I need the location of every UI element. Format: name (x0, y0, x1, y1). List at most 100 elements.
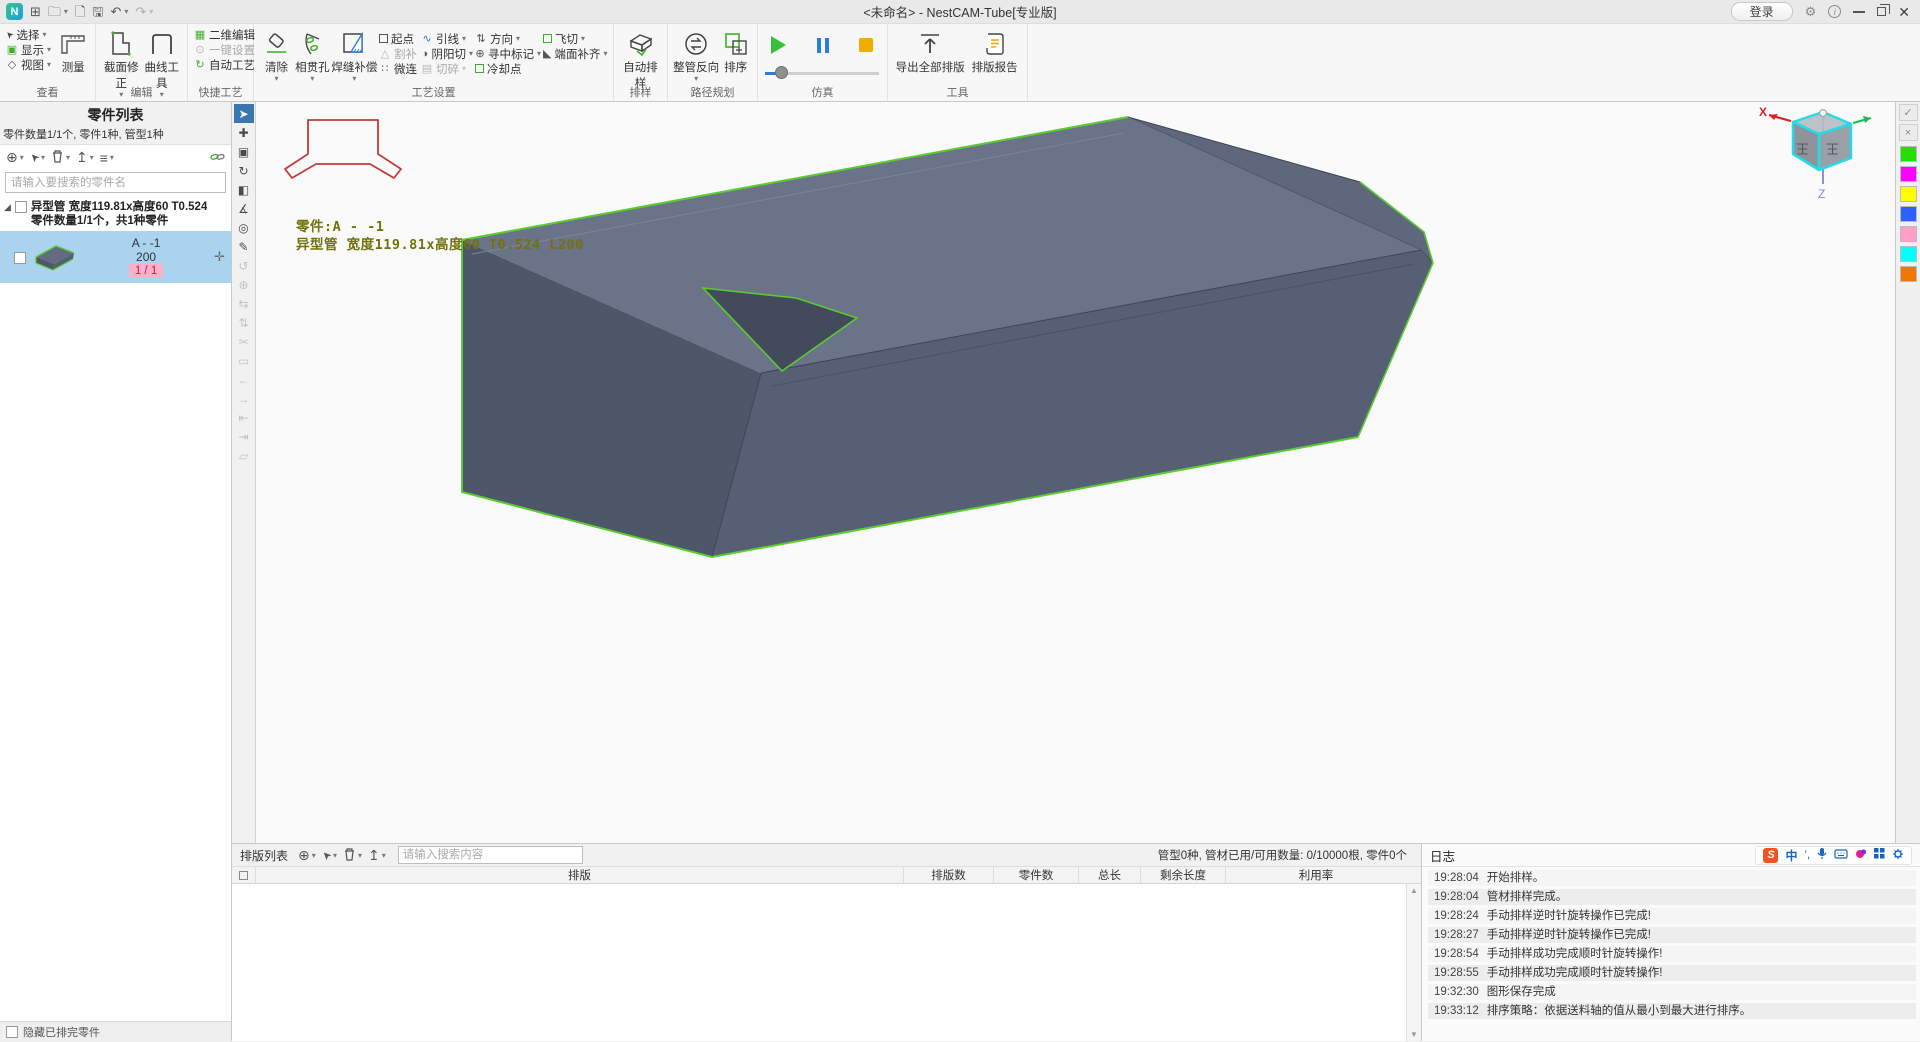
toolbox-grid-icon[interactable] (1874, 848, 1885, 862)
measure-button[interactable]: 测量 (56, 27, 90, 75)
skin-palette-icon[interactable] (1855, 848, 1867, 863)
orientation-cube[interactable]: 王 王 X Z (1757, 104, 1877, 200)
keyboard-icon[interactable] (1834, 848, 1848, 862)
edit-part-icon[interactable]: ✎ (234, 237, 254, 256)
sim-slider-knob[interactable] (775, 66, 788, 79)
orbit-icon[interactable]: ↻ (234, 161, 254, 180)
close-button[interactable]: ✕ (1898, 6, 1910, 18)
settings-wrench-icon[interactable] (1892, 848, 1904, 863)
save-icon[interactable]: 🖫 (92, 5, 103, 19)
add-part-caret-icon[interactable]: ▾ (20, 153, 24, 162)
part-move-icon[interactable]: ✛ (214, 249, 225, 265)
color-swatch[interactable] (1900, 166, 1917, 182)
center-mark-button[interactable]: ⊕寻中标记▾ (474, 46, 542, 61)
add-part-icon[interactable]: ⊕ (6, 149, 18, 166)
punctuation-icon[interactable]: ’, (1805, 849, 1811, 861)
auto-nest-button[interactable]: 自动排样 (619, 27, 662, 91)
cut-patch-button[interactable]: △割补 (378, 46, 420, 61)
front-view-icon[interactable]: ◧ (234, 180, 254, 199)
sort-button[interactable]: 排序 (719, 27, 752, 75)
cooling-point-button[interactable]: 冷却点 (474, 61, 542, 76)
parts-search-input[interactable] (5, 172, 226, 193)
move-top-caret-icon[interactable]: ▾ (90, 153, 94, 162)
part-list-item-selected[interactable]: A - -1 200 1 / 1 ✛ (0, 231, 231, 283)
sim-stop-button[interactable] (859, 38, 873, 52)
fit-view-icon[interactable]: ▣ (234, 142, 254, 161)
to-start-icon[interactable]: ⇤ (234, 408, 254, 427)
micro-joint-button[interactable]: ∷微连 (378, 61, 420, 76)
move-left-icon[interactable]: ← (234, 370, 254, 389)
open-file-icon[interactable]: 🗀 (48, 5, 61, 19)
color-swatch[interactable] (1900, 186, 1917, 202)
column-nest-count[interactable]: 排版数 (904, 867, 994, 883)
yinyang-cut-button[interactable]: ◑阴阳切▾ (420, 46, 474, 61)
nest-table-scrollbar[interactable]: ▲ ▼ (1406, 884, 1421, 1041)
reverse-tube-button[interactable]: 整管反向▾ (673, 27, 719, 82)
sort-list-icon[interactable]: ≡ (100, 150, 108, 166)
settings-gear-icon[interactable]: ⚙ (1805, 4, 1817, 20)
column-total-length[interactable]: 总长 (1079, 867, 1141, 883)
nest-add-caret-icon[interactable]: ▾ (312, 851, 316, 860)
info-icon[interactable]: i (1828, 5, 1841, 18)
column-nest[interactable]: 排版 (256, 867, 904, 883)
select-part-icon[interactable]: ➤ (27, 150, 43, 166)
nest-delete-icon[interactable] (343, 847, 356, 864)
lead-line-button[interactable]: ∿引线▾ (420, 31, 474, 46)
delete-part-icon[interactable] (51, 149, 64, 166)
nest-delete-caret-icon[interactable]: ▾ (358, 851, 362, 860)
part-checkbox[interactable] (14, 252, 26, 264)
box-icon[interactable]: ▭ (234, 351, 254, 370)
confirm-button[interactable]: ✓ (1899, 104, 1918, 121)
tree-expander-icon[interactable]: ◢ (4, 200, 11, 228)
open-file-caret-icon[interactable]: ▾ (64, 7, 68, 16)
flip-h-icon[interactable]: ⇆ (234, 294, 254, 313)
pan-icon[interactable]: ✚ (234, 123, 254, 142)
nest-search-input[interactable] (398, 846, 583, 864)
column-part-count[interactable]: 零件数 (994, 867, 1079, 883)
delete-part-caret-icon[interactable]: ▾ (66, 153, 70, 162)
direction-button[interactable]: ⇅方向▾ (474, 31, 542, 46)
column-remaining[interactable]: 剩余长度 (1141, 867, 1226, 883)
sogou-logo-icon[interactable]: S (1763, 848, 1778, 863)
login-button[interactable]: 登录 (1731, 2, 1793, 21)
microphone-icon[interactable] (1817, 847, 1827, 863)
nest-header-check-icon[interactable] (232, 867, 256, 883)
start-point-button[interactable]: 起点 (378, 31, 420, 46)
weld-compensation-button[interactable]: 焊缝补偿▾ (331, 27, 378, 82)
move-right-icon[interactable]: → (234, 389, 254, 408)
minimize-button[interactable] (1853, 11, 1865, 13)
link-parts-icon[interactable] (210, 150, 225, 166)
select-button[interactable]: ➤选择▾ (5, 27, 56, 42)
nest-select-icon[interactable]: ➤ (319, 847, 335, 863)
move-top-icon[interactable]: ↥ (76, 149, 88, 166)
tube-part[interactable] (462, 117, 1433, 557)
sim-speed-slider[interactable] (763, 66, 881, 80)
nest-add-icon[interactable]: ⊕ (298, 847, 310, 864)
color-swatch[interactable] (1900, 226, 1917, 242)
onekey-settings-button[interactable]: ⊙一键设置 (193, 42, 256, 57)
part-group-node[interactable]: ◢ 异型管 宽度119.81x高度60 T0.524 零件数量1/1个，共1种零… (0, 197, 231, 231)
restore-button[interactable] (1877, 7, 1886, 16)
redo-caret-icon[interactable]: ▾ (149, 7, 153, 16)
rotate-ccw-icon[interactable]: ↺ (234, 256, 254, 275)
nest-top-icon[interactable]: ↥ (368, 847, 380, 864)
measure-icon[interactable]: ∡ (234, 199, 254, 218)
cut-icon[interactable]: ✂ (234, 332, 254, 351)
edit-2d-button[interactable]: ▦二维编辑 (193, 27, 256, 42)
undo-icon[interactable]: ↶ (110, 5, 121, 19)
select-icon[interactable]: ➤ (234, 104, 254, 123)
chinese-mode-icon[interactable]: 中 (1785, 847, 1797, 864)
plane-icon[interactable]: ▱ (234, 446, 254, 465)
color-swatch[interactable] (1900, 146, 1917, 162)
nest-top-caret-icon[interactable]: ▾ (382, 851, 386, 860)
cancel-button[interactable]: × (1899, 124, 1918, 141)
clear-button[interactable]: 清除▾ (259, 27, 294, 82)
export-all-button[interactable]: 导出全部排版 (893, 27, 967, 75)
scroll-down-icon[interactable]: ▼ (1410, 1030, 1418, 1039)
column-utilization[interactable]: 利用率 (1226, 867, 1406, 883)
view-menu-button[interactable]: ◇视图▾ (5, 57, 56, 72)
display-button[interactable]: ▣显示▾ (5, 42, 56, 57)
new-file-icon[interactable]: 🗋 (75, 5, 85, 19)
color-swatch[interactable] (1900, 266, 1917, 282)
sim-play-button[interactable] (771, 36, 786, 54)
